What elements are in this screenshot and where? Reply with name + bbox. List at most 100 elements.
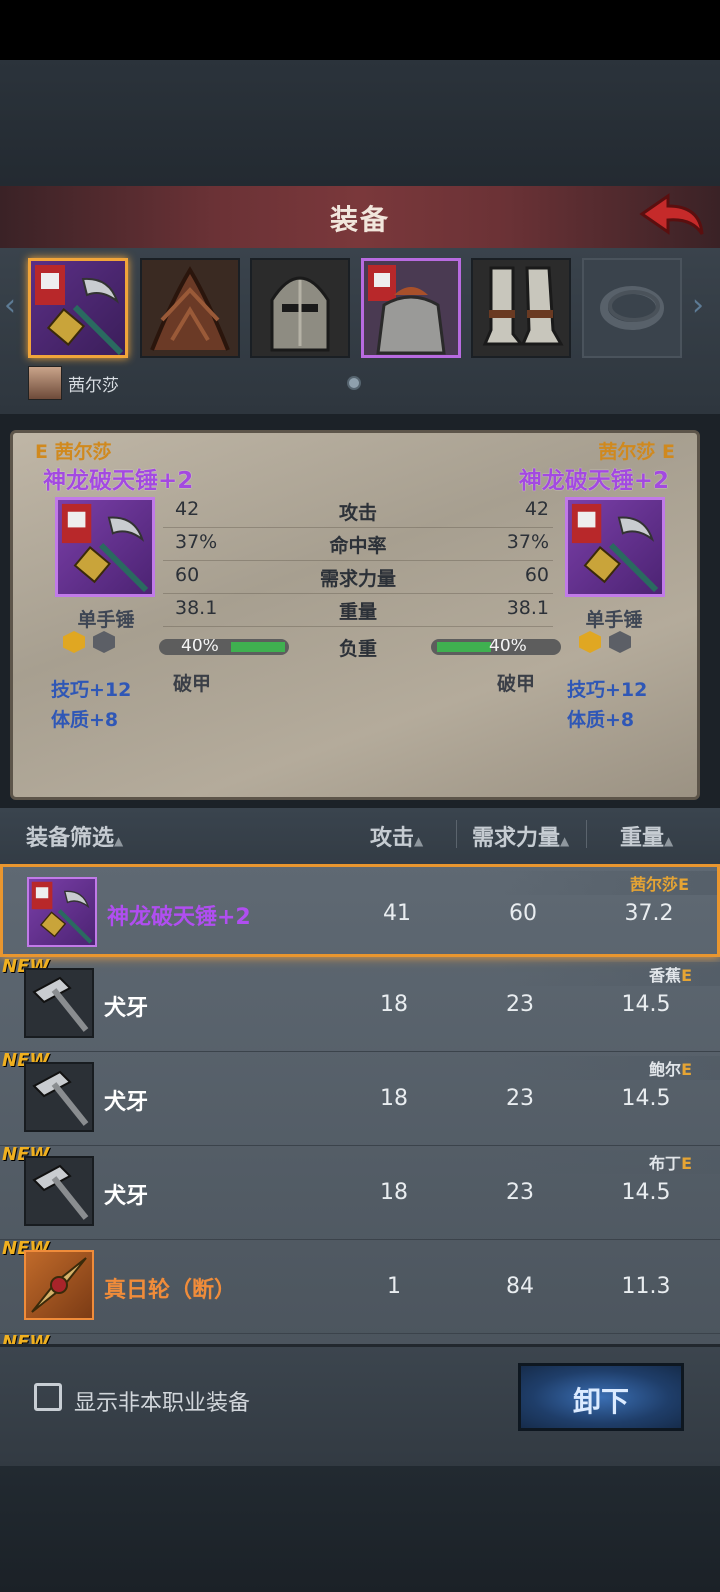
- owner-name: 茜尔莎: [630, 875, 679, 894]
- list-item[interactable]: NEW: [0, 1332, 720, 1344]
- slot-cloak[interactable]: [140, 258, 240, 358]
- list-item[interactable]: 茜尔莎E 神龙破天锤+2 41 60 37.2: [0, 864, 720, 957]
- label-attack: 攻击: [338, 502, 377, 524]
- list-item[interactable]: NEW 布丁E 犬牙 18 23 14.5: [0, 1144, 720, 1240]
- slot-boots[interactable]: [471, 258, 571, 358]
- unequip-label: 卸下: [572, 1385, 629, 1418]
- item-strength: 23: [506, 992, 534, 1017]
- list-item[interactable]: NEW 鲍尔E 犬牙 18 23 14.5: [0, 1050, 720, 1146]
- item-weight: 14.5: [621, 992, 671, 1017]
- stat-row-load: 40% 负重 40%: [159, 631, 561, 663]
- label-hit: 命中率: [329, 535, 387, 557]
- unequip-button[interactable]: 卸下: [518, 1363, 684, 1431]
- owner-tag: E: [681, 1154, 692, 1173]
- stat-row-attack: 42 攻击 42: [163, 495, 553, 528]
- item-icon: [27, 877, 97, 947]
- item-attack: 18: [380, 1180, 408, 1205]
- list-item[interactable]: NEW 香蕉E 犬牙 18 23 14.5: [0, 956, 720, 1052]
- item-icon: [24, 1062, 94, 1132]
- left-bonus-2: 体质+8: [51, 709, 119, 731]
- back-arrow-icon[interactable]: [638, 192, 706, 242]
- gem-filled-icon: [63, 631, 85, 653]
- left-item-icon[interactable]: [55, 497, 155, 597]
- slot-helmet[interactable]: [250, 258, 350, 358]
- owner-name: 鲍尔: [649, 1060, 682, 1079]
- item-weight: 14.5: [621, 1180, 671, 1205]
- sort-weight[interactable]: 重量▲: [620, 820, 673, 852]
- owner-name: 布丁: [649, 1154, 682, 1173]
- item-name: 真日轮（断）: [104, 1278, 237, 1303]
- item-weight: 14.5: [621, 1086, 671, 1111]
- item-compare-panel: E 茜尔莎 神龙破天锤+2 单手锤 技巧+12 体质+8 茜尔莎 E 神龙破天锤…: [10, 430, 700, 800]
- strength-header: 需求力量: [472, 826, 561, 851]
- right-item-name: 神龙破天锤+2: [518, 468, 669, 494]
- right-bonus-2: 体质+8: [567, 709, 635, 731]
- header-bar: 装备: [0, 186, 720, 250]
- owner-tag: E: [678, 875, 689, 894]
- item-owner: 茜尔莎E: [630, 871, 689, 895]
- chevron-right-icon[interactable]: ›: [692, 288, 704, 323]
- chevron-left-icon[interactable]: ‹: [4, 288, 16, 323]
- page-indicator-dot: [347, 376, 361, 390]
- item-name: 犬牙: [104, 1090, 149, 1115]
- helmet-icon: [252, 260, 348, 356]
- item-name: 犬牙: [104, 1184, 149, 1209]
- left-gem-slots: [63, 631, 115, 653]
- owner-tag: E: [681, 966, 692, 985]
- item-attack: 18: [380, 992, 408, 1017]
- item-icon: [24, 1156, 94, 1226]
- greaves-icon: [473, 260, 569, 356]
- filter-label: 装备筛选: [26, 826, 115, 851]
- character-indicator[interactable]: 茜尔莎: [28, 366, 119, 400]
- background-bottom: [0, 1466, 720, 1592]
- stat-row-strength: 60 需求力量 60: [163, 561, 553, 594]
- sort-attack[interactable]: 攻击▲: [370, 820, 423, 852]
- item-strength: 84: [506, 1274, 534, 1299]
- divider: [456, 820, 457, 848]
- show-other-class-checkbox[interactable]: [34, 1383, 62, 1411]
- stat-row-hit: 37% 命中率 37%: [163, 528, 553, 561]
- label-weight: 重量: [338, 601, 377, 623]
- hammer-icon: [571, 503, 659, 593]
- slot-body[interactable]: [361, 258, 461, 358]
- gem-empty-icon: [93, 631, 115, 653]
- sort-filter[interactable]: 装备筛选▲: [26, 820, 123, 852]
- item-name: 犬牙: [104, 996, 149, 1021]
- list-item[interactable]: NEW 真日轮（断） 1 84 11.3: [0, 1238, 720, 1334]
- right-gem-slots: [579, 631, 631, 653]
- stat-row-weight: 38.1 重量 38.1: [163, 594, 553, 627]
- ring-icon: [600, 286, 664, 330]
- warhammer-icon: [32, 1164, 89, 1220]
- label-strength: 需求力量: [319, 568, 396, 590]
- item-attack: 41: [383, 901, 411, 926]
- warhammer-icon: [32, 1070, 89, 1126]
- owner-name: 香蕉: [649, 966, 682, 985]
- item-strength: 60: [509, 901, 537, 926]
- hammer-icon: [35, 265, 124, 355]
- slot-weapon[interactable]: [28, 258, 128, 358]
- right-item-icon[interactable]: [565, 497, 665, 597]
- root-armor-icon: [142, 260, 238, 356]
- right-load-bar: 40%: [431, 639, 561, 655]
- right-armor-trait: 破甲: [497, 673, 536, 695]
- item-strength: 23: [506, 1086, 534, 1111]
- owner-tag: E: [681, 1060, 692, 1079]
- sort-strength[interactable]: 需求力量▲: [472, 820, 569, 852]
- right-load-text: 40%: [489, 639, 527, 655]
- item-owner: 布丁E: [649, 1150, 692, 1174]
- item-attack: 1: [387, 1274, 401, 1299]
- sort-arrow-icon: ▲: [664, 834, 674, 848]
- right-bonus-1: 技巧+12: [567, 679, 648, 701]
- item-attack: 18: [380, 1086, 408, 1111]
- slot-ring[interactable]: [582, 258, 682, 358]
- right-owner: 茜尔莎 E: [598, 441, 675, 463]
- chainmail-icon: [364, 261, 458, 355]
- left-item-name: 神龙破天锤+2: [43, 468, 194, 494]
- sort-arrow-icon: ▲: [414, 834, 424, 848]
- list-header: 装备筛选▲ 攻击▲ 需求力量▲ 重量▲: [0, 808, 720, 864]
- equipment-slot-strip: ‹ › 茜尔莎: [0, 248, 720, 414]
- item-icon: [24, 1250, 94, 1320]
- left-owner: E 茜尔莎: [35, 441, 112, 463]
- left-armor-trait: 破甲: [173, 673, 212, 695]
- equipment-list[interactable]: 茜尔莎E 神龙破天锤+2 41 60 37.2 NEW 香蕉E 犬牙 18 23…: [0, 864, 720, 1344]
